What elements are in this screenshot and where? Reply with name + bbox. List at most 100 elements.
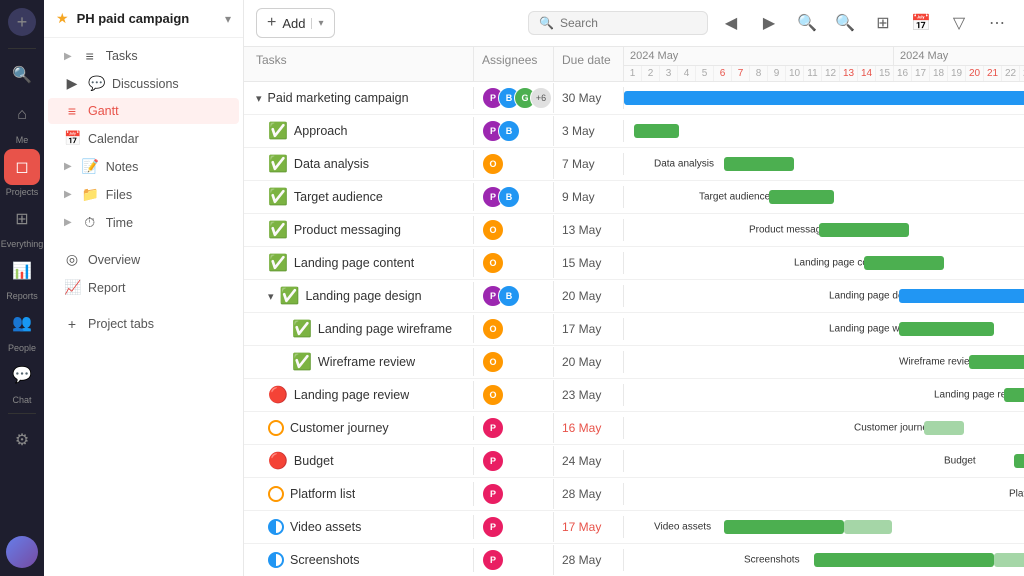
star-icon[interactable]: ★ bbox=[56, 10, 69, 27]
nav-item-calendar[interactable]: 📅 Calendar bbox=[48, 125, 239, 152]
task-label: Customer journey bbox=[290, 421, 389, 435]
sidebar-item-chat[interactable]: 💬 Chat bbox=[4, 357, 40, 405]
nav-item-files[interactable]: ▶ 📁 Files bbox=[48, 181, 239, 208]
assignee-cell: O bbox=[474, 149, 554, 179]
task-label: Video assets bbox=[290, 520, 361, 534]
gantt-row[interactable]: ✅ Landing page wireframe O 17 May Landin… bbox=[244, 313, 1024, 346]
day-cell-20: 20 bbox=[966, 66, 984, 81]
everything-icon: ⊞ bbox=[4, 201, 40, 237]
gantt-row[interactable]: ✅ Product messaging O 13 May Product mes… bbox=[244, 214, 1024, 247]
date-cell: 15 May bbox=[554, 252, 624, 274]
avatar-0: O bbox=[482, 351, 504, 373]
avatar-0: P bbox=[482, 483, 504, 505]
gantt-bar bbox=[864, 256, 944, 270]
gantt-body: ▾ Paid marketing campaign PBG+6 30 May ✅… bbox=[244, 82, 1024, 576]
date-cell: 30 May bbox=[554, 87, 624, 109]
sidebar-item-people[interactable]: 👥 People bbox=[4, 305, 40, 353]
expand-chevron-icon[interactable]: ▾ bbox=[268, 290, 274, 303]
gantt-row[interactable]: Platform list P 28 May Platform list bbox=[244, 478, 1024, 511]
search-icon-2: 🔍 bbox=[539, 16, 554, 30]
gantt-row[interactable]: ✅ Wireframe review O 20 May Wireframe re… bbox=[244, 346, 1024, 379]
sidebar-item-reports[interactable]: 📊 Reports bbox=[4, 253, 40, 301]
people-icon: 👥 bbox=[4, 305, 40, 341]
avatar-0: P bbox=[482, 549, 504, 571]
nav-item-discussions[interactable]: ▶ 💬 Discussions bbox=[48, 70, 239, 97]
timeline-cell: Target audience bbox=[624, 181, 1024, 213]
calendar-button[interactable]: 📅 bbox=[906, 8, 936, 38]
nav-item-gantt[interactable]: ≡ Gantt bbox=[48, 98, 239, 124]
sidebar-item-search[interactable]: 🔍 bbox=[4, 57, 40, 93]
avatar-0: O bbox=[482, 252, 504, 274]
gantt-row[interactable]: ✅ Landing page content O 15 May Landing … bbox=[244, 247, 1024, 280]
gantt-row[interactable]: ✅ Data analysis O 7 May Data analysis bbox=[244, 148, 1024, 181]
add-button[interactable]: + Add ▾ bbox=[256, 8, 335, 38]
zoom-in-button[interactable]: 🔍 bbox=[830, 8, 860, 38]
gantt-icon: ≡ bbox=[64, 103, 80, 119]
settings-icon[interactable]: ⚙ bbox=[4, 422, 40, 458]
nav-item-time[interactable]: ▶ ⏱ Time bbox=[48, 209, 239, 236]
bar-label: Data analysis bbox=[654, 159, 714, 170]
add-dropdown-icon[interactable]: ▾ bbox=[311, 18, 323, 29]
chat-label: Chat bbox=[12, 395, 31, 405]
task-cell: ✅ Approach bbox=[244, 117, 474, 145]
date-cell: 23 May bbox=[554, 384, 624, 406]
notes-label: Notes bbox=[106, 160, 139, 174]
day-cell-7: 7 bbox=[732, 66, 750, 81]
bar-label: Budget bbox=[944, 456, 976, 467]
nav-header: ★ PH paid campaign ▾ bbox=[44, 0, 243, 38]
gantt-bar bbox=[624, 91, 1024, 105]
grid-button[interactable]: ⊞ bbox=[868, 8, 898, 38]
report-label: Report bbox=[88, 281, 126, 295]
search-input[interactable] bbox=[560, 16, 697, 30]
task-cell: ✅ Wireframe review bbox=[244, 348, 474, 376]
timeline-cell: Customer journey bbox=[624, 412, 1024, 444]
avatar-0: O bbox=[482, 318, 504, 340]
time-label: Time bbox=[106, 216, 133, 230]
nav-item-report[interactable]: 📈 Report bbox=[48, 274, 239, 301]
nav-item-overview[interactable]: ◎ Overview bbox=[48, 246, 239, 273]
nav-prev-button[interactable]: ◀ bbox=[716, 8, 746, 38]
nav-item-tasks[interactable]: ▶ ≡ Tasks bbox=[48, 43, 239, 69]
gantt-bar-light bbox=[994, 553, 1024, 567]
gantt-row[interactable]: 🔴 Budget P 24 May Budget bbox=[244, 445, 1024, 478]
gantt-row[interactable]: ✅ Approach PB 3 May bbox=[244, 115, 1024, 148]
day-cell-4: 4 bbox=[678, 66, 696, 81]
user-avatar[interactable] bbox=[6, 536, 38, 568]
nav-item-project-tabs[interactable]: + Project tabs bbox=[48, 311, 239, 337]
projects-label: Projects bbox=[6, 187, 39, 197]
gantt-row[interactable]: Customer journey P 16 May Customer journ… bbox=[244, 412, 1024, 445]
overview-label: Overview bbox=[88, 253, 140, 267]
day-cell-3: 3 bbox=[660, 66, 678, 81]
task-cell: ✅ Target audience bbox=[244, 183, 474, 211]
nav-chevron-icon[interactable]: ▾ bbox=[225, 12, 231, 26]
gantt-row[interactable]: ▾ Paid marketing campaign PBG+6 30 May bbox=[244, 82, 1024, 115]
zoom-out-button[interactable]: 🔍 bbox=[792, 8, 822, 38]
expand-chevron-icon[interactable]: ▾ bbox=[256, 92, 262, 105]
gantt-container: Tasks Assignees Due date 2024 May 2024 M… bbox=[244, 47, 1024, 576]
filter-button[interactable]: ▽ bbox=[944, 8, 974, 38]
gantt-row[interactable]: Screenshots P 28 May Screenshots bbox=[244, 544, 1024, 576]
nav-next-button[interactable]: ▶ bbox=[754, 8, 784, 38]
gantt-bar bbox=[769, 190, 834, 204]
nav-item-notes[interactable]: ▶ 📝 Notes bbox=[48, 153, 239, 180]
gantt-row[interactable]: 🔴 Landing page review O 23 May Landing p… bbox=[244, 379, 1024, 412]
day-cell-15: 15 bbox=[876, 66, 894, 81]
sidebar-divider-2 bbox=[8, 413, 36, 414]
search-box[interactable]: 🔍 bbox=[528, 11, 708, 35]
gantt-bar bbox=[969, 355, 1024, 369]
nav-section: ▶ ≡ Tasks ▶ 💬 Discussions ≡ Gantt 📅 Cale… bbox=[44, 38, 243, 342]
gantt-row[interactable]: ✅ Target audience PB 9 May Target audien… bbox=[244, 181, 1024, 214]
sidebar-item-projects[interactable]: ◻ Projects bbox=[4, 149, 40, 197]
sidebar-item-everything[interactable]: ⊞ Everything bbox=[1, 201, 44, 249]
sidebar-item-me[interactable]: ⌂ Me bbox=[4, 97, 40, 145]
timeline-cell: Landing page design bbox=[624, 280, 1024, 312]
more-options-button[interactable]: ⋯ bbox=[982, 8, 1012, 38]
status-pending-icon bbox=[268, 420, 284, 436]
notes-icon: 📝 bbox=[82, 158, 98, 175]
timeline-cell: Budget bbox=[624, 445, 1024, 477]
gantt-row[interactable]: Video assets P 17 May Video assets bbox=[244, 511, 1024, 544]
avatar-0: O bbox=[482, 153, 504, 175]
gantt-row[interactable]: ▾✅ Landing page design PB 20 May Landing… bbox=[244, 280, 1024, 313]
global-add-button[interactable]: + bbox=[8, 8, 36, 36]
day-cell-23: 23 bbox=[1020, 66, 1024, 81]
